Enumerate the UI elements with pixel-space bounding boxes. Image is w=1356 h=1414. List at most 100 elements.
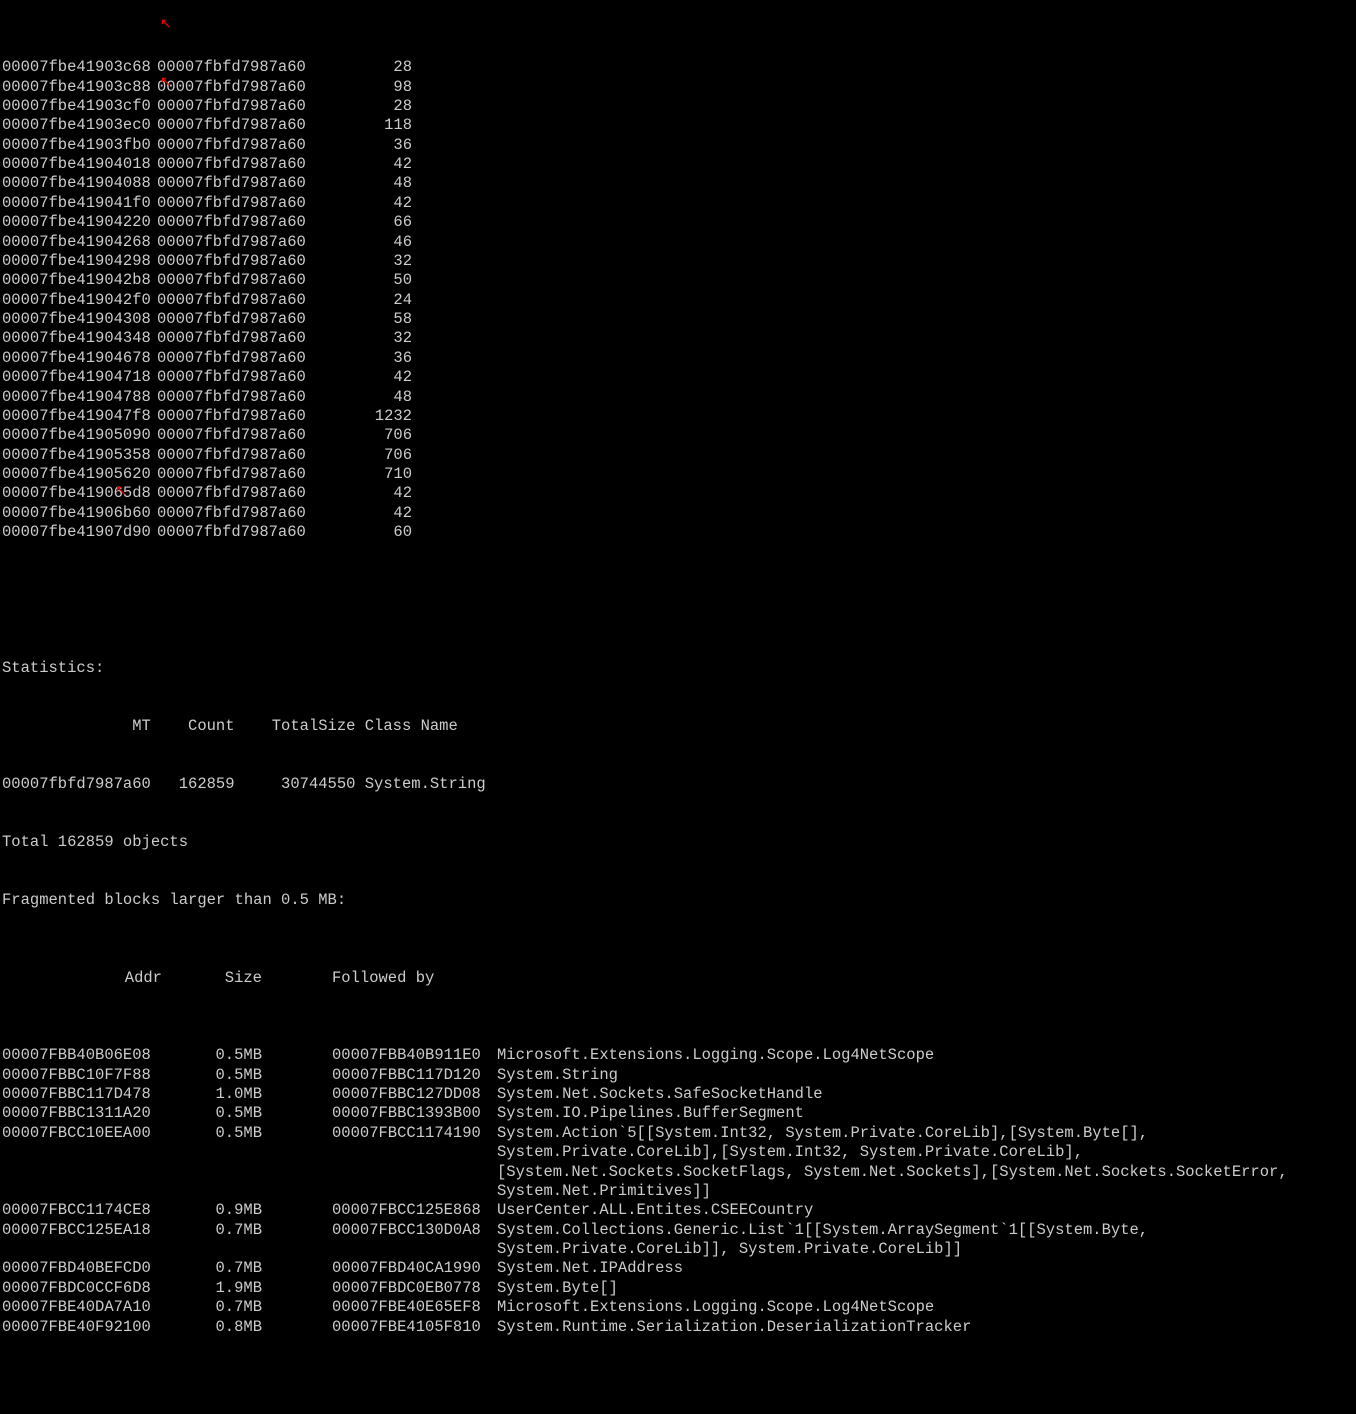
heap-mt: 00007fbfd7987a60 — [157, 523, 322, 542]
heap-row: 00007fbe4190430800007fbfd7987a6058 — [2, 310, 1354, 329]
frag-class: System.IO.Pipelines.BufferSegment — [497, 1104, 1354, 1123]
heap-size: 36 — [322, 136, 412, 155]
frag-gap — [262, 1085, 332, 1104]
frag-size: 0.5MB — [162, 1066, 262, 1085]
frag-size: 1.9MB — [162, 1279, 262, 1298]
frag-class: System.Collections.Generic.List`1[[Syste… — [497, 1221, 1354, 1260]
heap-addr: 00007fbe419042b8 — [2, 271, 157, 290]
heap-addr: 00007fbe419065d8 — [2, 484, 157, 503]
heap-row: 00007fbe4190434800007fbfd7987a6032 — [2, 329, 1354, 348]
heap-mt: 00007fbfd7987a60 — [157, 310, 322, 329]
heap-addr: 00007fbe41903ec0 — [2, 116, 157, 135]
frag-followed: 00007FBD40CA1990 — [332, 1259, 497, 1278]
heap-row: 00007fbe41903cf000007fbfd7987a6028 — [2, 97, 1354, 116]
heap-addr: 00007fbe419047f8 — [2, 407, 157, 426]
frag-addr: 00007FBD40BEFCD0 — [2, 1259, 162, 1278]
heap-addr: 00007fbe41903c88 — [2, 78, 157, 97]
blank-line — [2, 601, 1354, 620]
heap-addr: 00007fbe41907d90 — [2, 523, 157, 542]
heap-mt: 00007fbfd7987a60 — [157, 465, 322, 484]
frag-class: System.Action`5[[System.Int32, System.Pr… — [497, 1124, 1354, 1202]
frag-followed: 00007FBBC127DD08 — [332, 1085, 497, 1104]
heap-addr: 00007fbe419041f0 — [2, 194, 157, 213]
frag-followed: 00007FBE4105F810 — [332, 1318, 497, 1337]
heap-addr: 00007fbe41904348 — [2, 329, 157, 348]
frag-gap — [262, 1124, 332, 1202]
frag-size: 0.8MB — [162, 1318, 262, 1337]
frag-addr: 00007FBBC117D478 — [2, 1085, 162, 1104]
heap-addr: 00007fbe41904268 — [2, 233, 157, 252]
frag-addr: 00007FBDC0CCF6D8 — [2, 1279, 162, 1298]
heap-addr: 00007fbe41905358 — [2, 446, 157, 465]
heap-row: 00007fbe4190535800007fbfd7987a60706 — [2, 446, 1354, 465]
heap-mt: 00007fbfd7987a60 — [157, 213, 322, 232]
heap-mt: 00007fbfd7987a60 — [157, 484, 322, 503]
frag-followed: 00007FBCC125E868 — [332, 1201, 497, 1220]
heap-mt: 00007fbfd7987a60 — [157, 116, 322, 135]
frag-followed: 00007FBE40E65EF8 — [332, 1298, 497, 1317]
heap-addr: 00007fbe41904308 — [2, 310, 157, 329]
heap-row: 00007fbe4190401800007fbfd7987a6042 — [2, 155, 1354, 174]
heap-row: 00007fbe4190509000007fbfd7987a60706 — [2, 426, 1354, 445]
frag-addr: 00007FBBC1311A20 — [2, 1104, 162, 1123]
frag-size: 0.5MB — [162, 1046, 262, 1065]
heap-mt: 00007fbfd7987a60 — [157, 194, 322, 213]
heap-row: 00007fbe419042b800007fbfd7987a6050 — [2, 271, 1354, 290]
statistics-header: MT Count TotalSize Class Name — [2, 717, 1354, 736]
heap-size: 50 — [322, 271, 412, 290]
frag-gap — [262, 1066, 332, 1085]
heap-mt: 00007fbfd7987a60 — [157, 368, 322, 387]
total-objects: Total 162859 objects — [2, 833, 1354, 852]
heap-size: 24 — [322, 291, 412, 310]
frag-addr: 00007FBCC125EA18 — [2, 1221, 162, 1260]
frag-header-gap — [262, 969, 332, 988]
heap-row: 00007fbe41903c6800007fbfd7987a6028 — [2, 58, 1354, 77]
heap-mt: 00007fbfd7987a60 — [157, 97, 322, 116]
frag-followed: 00007FBBC1393B00 — [332, 1104, 497, 1123]
heap-size: 28 — [322, 58, 412, 77]
fragmented-row: 00007FBBC117D4781.0MB00007FBBC127DD08Sys… — [2, 1085, 1354, 1104]
heap-row: 00007fbe419042f000007fbfd7987a6024 — [2, 291, 1354, 310]
heap-addr: 00007fbe41904678 — [2, 349, 157, 368]
heap-size: 42 — [322, 155, 412, 174]
frag-followed: 00007FBDC0EB0778 — [332, 1279, 497, 1298]
fragmented-row: 00007FBCC1174CE80.9MB00007FBCC125E868Use… — [2, 1201, 1354, 1220]
frag-header-size: Size — [162, 969, 262, 988]
heap-mt: 00007fbfd7987a60 — [157, 78, 322, 97]
heap-row: 00007fbe4190471800007fbfd7987a6042 — [2, 368, 1354, 387]
heap-size: 60 — [322, 523, 412, 542]
fragmented-table: 00007FBB40B06E080.5MB00007FBB40B911E0Mic… — [2, 1046, 1354, 1337]
statistics-label: Statistics: — [2, 659, 1354, 678]
heap-row: 00007fbe41906b6000007fbfd7987a6042 — [2, 504, 1354, 523]
heap-row: 00007fbe419065d800007fbfd7987a6042 — [2, 484, 1354, 503]
heap-row: 00007fbe4190467800007fbfd7987a6036 — [2, 349, 1354, 368]
heap-size: 42 — [322, 194, 412, 213]
heap-addr: 00007fbe41906b60 — [2, 504, 157, 523]
heap-mt: 00007fbfd7987a60 — [157, 407, 322, 426]
terminal-output[interactable]: 00007fbe41903c6800007fbfd7987a602800007f… — [0, 0, 1356, 1414]
heap-addr: 00007fbe41904018 — [2, 155, 157, 174]
frag-size: 0.9MB — [162, 1201, 262, 1220]
heap-size: 32 — [322, 329, 412, 348]
frag-addr: 00007FBCC10EEA00 — [2, 1124, 162, 1202]
heap-size: 42 — [322, 504, 412, 523]
heap-addr: 00007fbe41904718 — [2, 368, 157, 387]
frag-size: 1.0MB — [162, 1085, 262, 1104]
fragmented-row: 00007FBE40F921000.8MB00007FBE4105F810Sys… — [2, 1318, 1354, 1337]
heap-row: 00007fbe41903fb000007fbfd7987a6036 — [2, 136, 1354, 155]
fragmented-header: Addr Size Followed by — [2, 969, 1354, 988]
fragmented-row: 00007FBE40DA7A100.7MB00007FBE40E65EF8Mic… — [2, 1298, 1354, 1317]
heap-size: 118 — [322, 116, 412, 135]
frag-class: System.Runtime.Serialization.Deserializa… — [497, 1318, 1354, 1337]
heap-mt: 00007fbfd7987a60 — [157, 329, 322, 348]
statistics-row: 00007fbfd7987a60 162859 30744550 System.… — [2, 775, 1354, 794]
heap-mt: 00007fbfd7987a60 — [157, 388, 322, 407]
heap-addr: 00007fbe41903fb0 — [2, 136, 157, 155]
annotation-arrow-icon: ↖ — [160, 17, 172, 35]
frag-followed: 00007FBCC1174190 — [332, 1124, 497, 1202]
heap-size: 28 — [322, 97, 412, 116]
heap-row: 00007fbe4190562000007fbfd7987a60710 — [2, 465, 1354, 484]
heap-size: 706 — [322, 426, 412, 445]
fragmented-row: 00007FBDC0CCF6D81.9MB00007FBDC0EB0778Sys… — [2, 1279, 1354, 1298]
frag-class: Microsoft.Extensions.Logging.Scope.Log4N… — [497, 1298, 1354, 1317]
